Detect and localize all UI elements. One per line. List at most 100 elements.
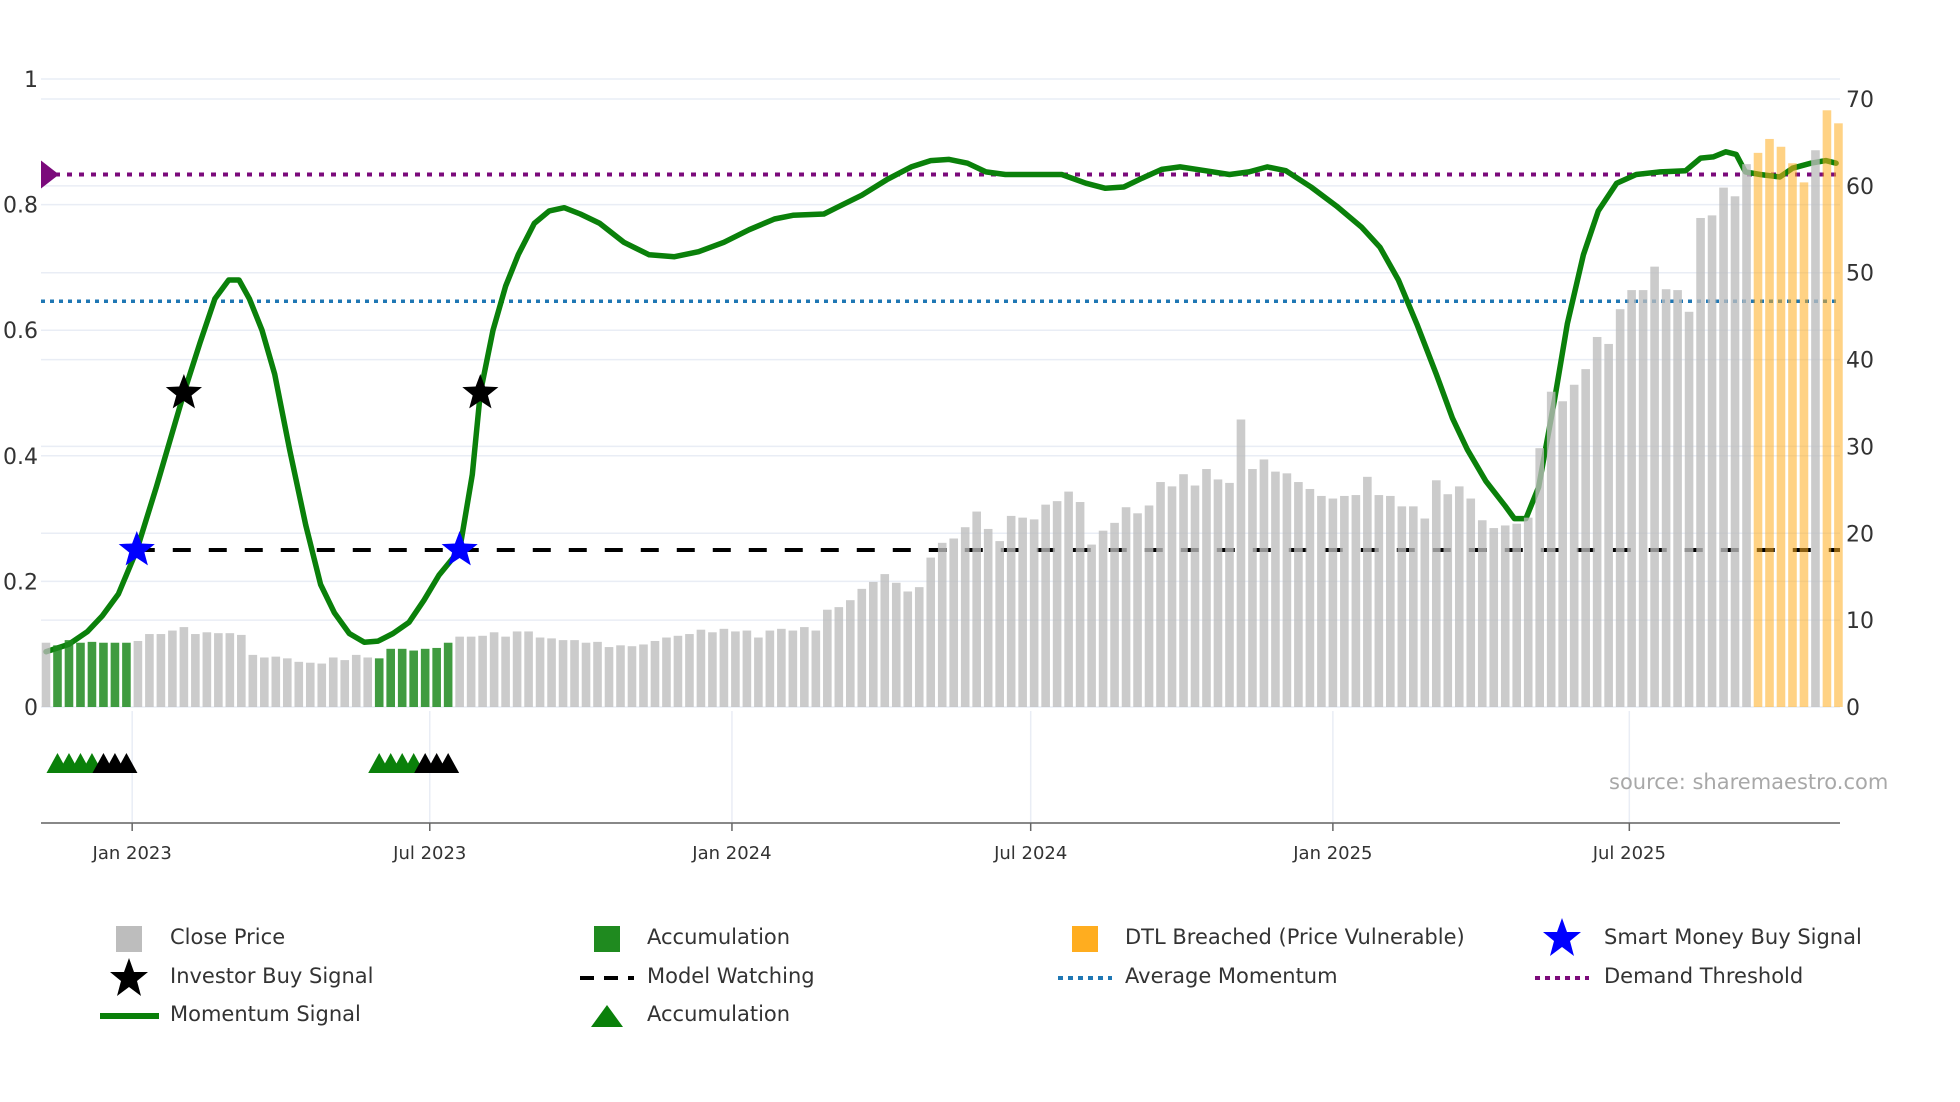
close-price-bar <box>731 631 740 707</box>
close-price-bar <box>1006 515 1016 707</box>
dtl-breached-bar <box>1822 110 1832 707</box>
close-price-bar <box>742 630 752 707</box>
close-price-bar <box>237 634 246 707</box>
close-price-bar <box>926 557 936 707</box>
close-price-bar <box>685 634 694 707</box>
left-axis-tick-label: 0.2 <box>3 570 38 595</box>
accumulation-bar <box>76 642 85 707</box>
close-price-bar <box>1742 164 1751 708</box>
close-price-bar <box>1420 518 1430 707</box>
close-price-bar <box>891 582 901 707</box>
right-axis-tick-label: 10 <box>1846 609 1874 634</box>
accumulation-bar <box>397 648 407 707</box>
close-price-bar <box>41 642 51 707</box>
close-price-bar <box>1535 448 1544 707</box>
close-price-bar <box>168 630 177 707</box>
close-price-bar <box>903 591 913 707</box>
accumulation-bar <box>110 642 120 707</box>
close-price-bar <box>1225 482 1234 707</box>
close-price-bar <box>363 657 373 707</box>
close-price-bar <box>271 656 281 707</box>
close-price-bar <box>1087 544 1096 707</box>
legend-label: DTL Breached (Price Vulnerable) <box>1125 925 1465 949</box>
green-square-icon <box>577 923 637 955</box>
right-axis-tick-label: 50 <box>1846 262 1874 287</box>
close-price-bar <box>719 628 729 707</box>
left-axis-tick-label: 0.8 <box>3 194 38 219</box>
close-price-bar <box>593 641 602 707</box>
close-price-bar <box>1500 525 1510 707</box>
legend-label: Investor Buy Signal <box>170 964 374 988</box>
close-price-bar <box>1581 369 1590 707</box>
close-price-bar <box>1110 522 1119 707</box>
x-tick-label: Jul 2023 <box>392 843 466 864</box>
close-price-bar <box>1661 289 1671 707</box>
close-price-bar <box>1489 528 1499 707</box>
close-price-bar <box>1064 491 1073 707</box>
close-price-bar <box>558 640 568 707</box>
close-price-bar <box>800 627 809 707</box>
close-price-bar <box>604 647 614 707</box>
close-price-bar <box>1018 517 1027 707</box>
legend-label: Model Watching <box>647 964 815 988</box>
close-price-bar <box>1328 498 1338 707</box>
close-price-bar <box>1443 494 1453 707</box>
close-price-bar <box>1409 506 1418 707</box>
close-price-bar <box>535 637 545 707</box>
close-price-bar <box>777 628 786 707</box>
right-axis-tick-label: 40 <box>1846 349 1874 374</box>
close-price-bar <box>478 635 487 707</box>
smart-money-buy-star <box>118 531 155 566</box>
left-axis-tick-label: 0 <box>24 696 38 721</box>
close-price-bar <box>1363 476 1372 707</box>
dashed-line-icon <box>577 962 637 994</box>
close-price-bar <box>1213 479 1223 707</box>
right-axis-tick-label: 0 <box>1846 696 1860 721</box>
close-price-bar <box>639 644 648 707</box>
close-price-bar <box>225 633 235 707</box>
close-price-bar <box>547 638 556 707</box>
close-price-bar <box>145 634 154 707</box>
close-price-bar <box>1512 523 1522 707</box>
right-axis-tick-label: 70 <box>1846 88 1874 113</box>
close-price-bar <box>1558 401 1567 707</box>
close-price-bar <box>983 528 993 707</box>
investor-buy-star <box>165 374 202 409</box>
close-price-bar <box>1374 495 1384 707</box>
close-price-bar <box>937 542 947 707</box>
close-price-bar <box>1029 519 1039 707</box>
close-price-bar <box>1604 343 1613 707</box>
close-price-bar <box>949 538 959 707</box>
close-price-bar <box>1466 498 1476 707</box>
orange-square-icon <box>1055 923 1115 955</box>
close-price-bar <box>914 587 924 707</box>
close-price-bar <box>765 630 775 707</box>
accumulation-bar <box>122 642 131 707</box>
close-price-bar <box>512 631 522 707</box>
close-price-bar <box>570 640 579 707</box>
close-price-bar <box>1592 336 1602 707</box>
x-tick-label: Jul 2025 <box>1592 843 1666 864</box>
close-price-bar <box>351 654 361 707</box>
left-axis-tick-label: 0.4 <box>3 445 38 470</box>
close-price-bar <box>662 637 671 707</box>
legend-label: Momentum Signal <box>170 1002 361 1026</box>
green-triangle-icon <box>577 1000 637 1032</box>
close-price-bar <box>282 658 292 707</box>
dtl-breached-bar <box>1799 182 1809 707</box>
close-price-bar <box>340 660 350 707</box>
legend-label: Smart Money Buy Signal <box>1604 925 1862 949</box>
line-icon <box>99 1000 159 1032</box>
close-price-bar <box>466 636 476 707</box>
close-price-bar <box>1523 517 1533 707</box>
close-price-bar <box>524 631 533 707</box>
close-price-bar <box>317 663 327 707</box>
close-price-bar <box>179 627 189 707</box>
dotted-line-icon <box>1532 962 1592 994</box>
close-price-bar <box>1179 474 1188 707</box>
accumulation-bar <box>432 647 441 707</box>
close-price-bar <box>1271 471 1280 707</box>
close-price-bar <box>1684 311 1694 707</box>
close-price-bar <box>616 645 625 707</box>
smart-money-buy-star <box>441 531 478 566</box>
